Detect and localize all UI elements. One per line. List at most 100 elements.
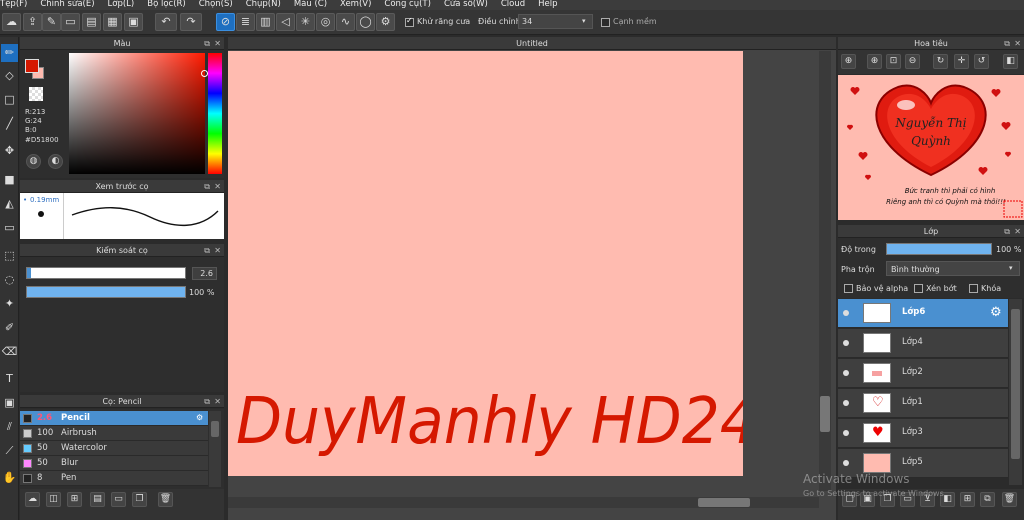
close-icon[interactable]: ✕ [214, 395, 221, 408]
brush-tool-icon[interactable]: ✏ [1, 44, 18, 62]
close-icon[interactable]: ✕ [214, 180, 221, 193]
duplicate-icon[interactable]: ❐ [132, 492, 147, 507]
visibility-icon[interactable] [843, 430, 849, 436]
grid-snap-icon[interactable]: ▥ [256, 13, 275, 31]
smooth-edge-checkbox[interactable] [601, 18, 610, 27]
brush-item[interactable]: 50 Watercolor [20, 441, 208, 456]
magic-wand-tool-icon[interactable]: ✦ [1, 295, 18, 313]
layer-item[interactable]: ♡ Lớp1 [838, 389, 1008, 418]
visibility-icon[interactable] [843, 460, 849, 466]
close-icon[interactable]: ✕ [1014, 37, 1021, 50]
menu-filter[interactable]: Bộ lọc(R) [147, 0, 186, 9]
protect-alpha-checkbox[interactable] [844, 284, 853, 293]
brush-opacity-slider[interactable] [26, 286, 186, 298]
menu-cloud[interactable]: Cloud [501, 0, 525, 9]
curve-snap-icon[interactable]: ∿ [336, 13, 355, 31]
move-tool-icon[interactable]: ✥ [1, 142, 18, 160]
close-icon[interactable]: ✕ [1014, 225, 1021, 238]
visibility-icon[interactable] [843, 310, 849, 316]
pen-tool-icon[interactable]: ╱ [1, 115, 18, 133]
select-eraser-tool-icon[interactable]: ⌫ [1, 343, 18, 361]
menu-edit[interactable]: Chỉnh sửa(E) [40, 0, 94, 9]
flip-icon[interactable]: ◧ [1003, 54, 1018, 69]
gear-icon[interactable]: ⚙ [196, 413, 203, 422]
folder-icon[interactable]: ▭ [111, 492, 126, 507]
ellipse-snap-icon[interactable]: ◯ [356, 13, 375, 31]
visibility-icon[interactable] [843, 400, 849, 406]
brush-size-value[interactable]: 2.6 [192, 267, 217, 280]
cloud-icon[interactable]: ☁ [2, 13, 21, 31]
divide-tool-icon[interactable]: ⫽ [1, 418, 18, 436]
popout-icon[interactable]: ⧉ [204, 244, 210, 257]
new-brush-icon[interactable]: ◫ [46, 492, 61, 507]
text-tool-icon[interactable]: T [1, 370, 18, 388]
close-icon[interactable]: ✕ [214, 244, 221, 257]
export-icon[interactable]: ⇪ [23, 13, 42, 31]
menu-tools[interactable]: Công cụ(T) [384, 0, 431, 9]
gear-icon[interactable]: ⚙ [990, 305, 1002, 320]
gradient-tool-icon[interactable]: ▭ [1, 219, 18, 237]
layer-item[interactable]: Lớp6 ⚙ [838, 299, 1008, 328]
circle-snap-icon[interactable]: ◎ [316, 13, 335, 31]
layer-item[interactable]: ♥ Lớp3 [838, 419, 1008, 448]
trash-icon[interactable]: 🗑 [158, 492, 173, 507]
menu-help[interactable]: Help [538, 0, 557, 9]
parallel-snap-icon[interactable]: ≣ [236, 13, 255, 31]
layer-group-icon[interactable]: ⊞ [960, 492, 975, 507]
color-mixer-icon[interactable]: ◐ [48, 154, 63, 169]
undo-icon[interactable]: ↶ [155, 13, 177, 31]
lock-checkbox[interactable] [969, 284, 978, 293]
layer-list-scrollbar[interactable] [1009, 299, 1022, 485]
message-icon[interactable]: ▭ [61, 13, 80, 31]
brush-size-slider[interactable] [26, 267, 186, 279]
popout-icon[interactable]: ⧉ [204, 180, 210, 193]
rect-select-tool-icon[interactable]: □ [1, 91, 18, 109]
no-snap-icon[interactable]: ⊘ [216, 13, 235, 31]
brush-item[interactable]: 2.6 Pencil ⚙ [20, 411, 208, 426]
frame-tool-icon[interactable]: ▣ [1, 394, 18, 412]
menu-window[interactable]: Cửa sổ(W) [444, 0, 488, 9]
canvas-vertical-scrollbar[interactable] [819, 51, 831, 491]
saturation-value-square[interactable] [69, 53, 208, 174]
antialias-checkbox[interactable] [405, 16, 414, 27]
rotate-cw-icon[interactable]: ↺ [974, 54, 989, 69]
menu-view[interactable]: Xem(V) [340, 0, 371, 9]
select-pen-tool-icon[interactable]: ✐ [1, 319, 18, 337]
brush-item[interactable]: 100 Airbrush [20, 426, 208, 441]
window-icon[interactable]: ▣ [124, 13, 143, 31]
menu-file[interactable]: Tệp(F) [0, 0, 27, 9]
redo-icon[interactable]: ↷ [180, 13, 202, 31]
layer-opacity-slider[interactable] [886, 243, 992, 255]
rotate-icon[interactable]: ↻ [933, 54, 948, 69]
visibility-icon[interactable] [843, 340, 849, 346]
zoom-out-icon[interactable]: ⊖ [905, 54, 920, 69]
fit-icon[interactable]: ⊡ [886, 54, 901, 69]
snap-settings-icon[interactable]: ⚙ [376, 13, 395, 31]
menu-color[interactable]: Màu (C) [294, 0, 327, 9]
reset-view-icon[interactable]: ✛ [954, 54, 969, 69]
zoom-in-icon[interactable]: ⊕ [841, 54, 856, 69]
blend-mode-select[interactable]: Bình thường ▾ [886, 261, 1020, 276]
visibility-icon[interactable] [843, 370, 849, 376]
add-brush-icon[interactable]: ⊞ [67, 492, 82, 507]
brush-item[interactable]: 50 Blur [20, 456, 208, 471]
adjust-select[interactable]: 34 ▾ [518, 14, 593, 29]
bucket-tool-icon[interactable]: ◭ [1, 195, 18, 213]
canvas-horizontal-scrollbar[interactable] [228, 497, 819, 508]
popout-icon[interactable]: ⧉ [204, 395, 210, 408]
document-icon[interactable]: ▤ [82, 13, 101, 31]
trash-icon[interactable]: 🗑 [1002, 492, 1017, 507]
hand-tool-icon[interactable]: ✋ [1, 469, 18, 487]
properties-icon[interactable]: ▤ [90, 492, 105, 507]
clipping-checkbox[interactable] [914, 284, 923, 293]
perspective-snap-icon[interactable]: ◁ [276, 13, 295, 31]
eyedropper-tool-icon[interactable]: ⟋ [1, 442, 18, 460]
popout-icon[interactable]: ⧉ [204, 37, 210, 50]
color-picker-cursor[interactable] [201, 70, 208, 77]
menu-select[interactable]: Chọn(S) [199, 0, 233, 9]
cloud-brush-icon[interactable]: ☁ [25, 492, 40, 507]
duplicate-icon[interactable]: ⧉ [980, 492, 995, 507]
lasso-tool-icon[interactable]: ◌ [1, 271, 18, 289]
canvas-document[interactable]: DuyManhly HD247 [228, 51, 796, 476]
radial-snap-icon[interactable]: ✳ [296, 13, 315, 31]
